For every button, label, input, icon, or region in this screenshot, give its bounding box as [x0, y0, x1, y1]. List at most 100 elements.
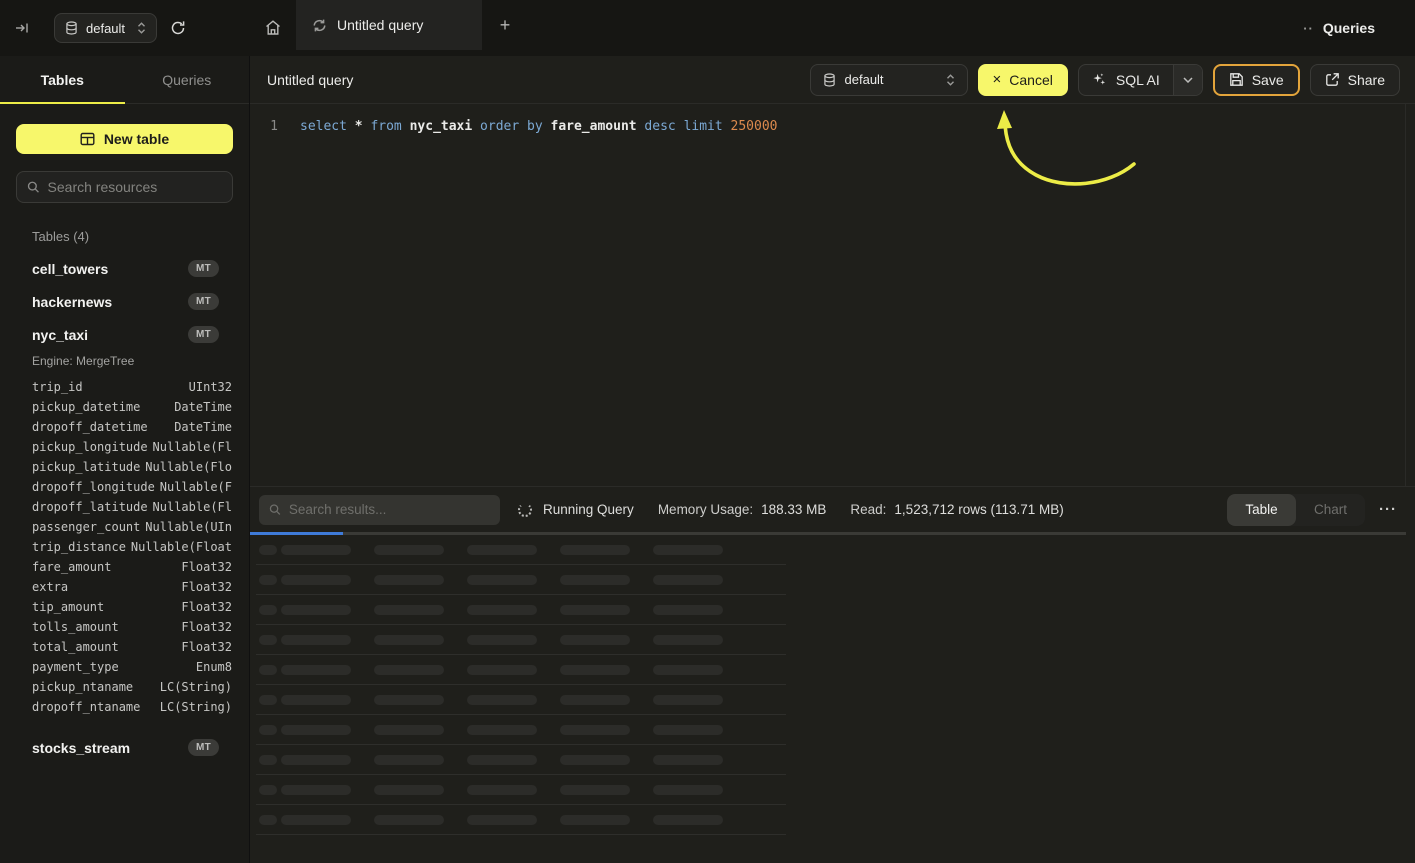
search-resources-input[interactable] — [48, 179, 222, 195]
skeleton-cell — [281, 785, 351, 795]
token-kw: limit — [684, 119, 723, 134]
column-type: Float32 — [181, 637, 232, 657]
column-row[interactable]: dropoff_latitudeNullable(Fl — [32, 497, 232, 517]
table-name: stocks_stream — [32, 740, 130, 756]
sql-ai-dropdown-button[interactable] — [1173, 65, 1202, 95]
progress-fill — [250, 532, 343, 535]
queries-link[interactable]: ·· Queries — [1303, 20, 1375, 36]
skeleton-cell — [653, 575, 723, 585]
share-label: Share — [1348, 72, 1385, 88]
updown-chevron-icon — [137, 22, 146, 34]
cancel-query-button[interactable]: × Cancel — [978, 64, 1068, 96]
read-label: Read: — [850, 502, 886, 517]
sidebar-search — [16, 171, 233, 203]
query-status: Running Query — [543, 502, 634, 517]
new-table-button[interactable]: New table — [16, 124, 233, 154]
column-name: pickup_longitude — [32, 437, 148, 457]
engine-badge: MT — [188, 739, 219, 756]
column-row[interactable]: tolls_amountFloat32 — [32, 617, 232, 637]
column-type: Nullable(Flo — [145, 457, 232, 477]
view-toggle-table[interactable]: Table — [1227, 494, 1296, 526]
column-name: payment_type — [32, 657, 119, 677]
skeleton-cell — [259, 635, 277, 645]
sql-ai-button[interactable]: SQL AI — [1079, 65, 1173, 95]
sidebar-collapse-button[interactable] — [0, 0, 44, 56]
skeleton-cell — [374, 755, 444, 765]
sidebar-tabs: TablesQueries — [0, 56, 249, 104]
query-tab-bar: Untitled query + — [250, 0, 1303, 56]
skeleton-cell — [653, 755, 723, 765]
tab-untitled-query[interactable]: Untitled query — [296, 0, 482, 50]
column-name: dropoff_ntaname — [32, 697, 140, 717]
spacer — [0, 717, 249, 731]
query-database-value: default — [845, 72, 884, 87]
column-row[interactable]: dropoff_ntanameLC(String) — [32, 697, 232, 717]
token-pl — [519, 119, 527, 134]
column-row[interactable]: pickup_datetimeDateTime — [32, 397, 232, 417]
column-row[interactable]: dropoff_longitudeNullable(F — [32, 477, 232, 497]
column-row[interactable]: fare_amountFloat32 — [32, 557, 232, 577]
skeleton-cell — [374, 575, 444, 585]
memory-usage-label: Memory Usage: — [658, 502, 753, 517]
column-type: Nullable(Float — [131, 537, 232, 557]
skeleton-cell — [281, 695, 351, 705]
share-button[interactable]: Share — [1310, 64, 1400, 96]
sql-ai-label: SQL AI — [1116, 72, 1160, 88]
column-row[interactable]: payment_typeEnum8 — [32, 657, 232, 677]
column-row[interactable]: pickup_ntanameLC(String) — [32, 677, 232, 697]
sidebar-tab-tables[interactable]: Tables — [0, 56, 125, 103]
column-row[interactable]: extraFloat32 — [32, 577, 232, 597]
query-database-selector[interactable]: default — [810, 64, 968, 96]
database-selector-value: default — [86, 21, 125, 36]
database-selector[interactable]: default — [54, 13, 157, 43]
skeleton-cell — [281, 635, 351, 645]
results-more-button[interactable]: ··· — [1379, 501, 1397, 518]
table-name: cell_towers — [32, 261, 108, 277]
home-button[interactable] — [250, 0, 296, 56]
column-row[interactable]: total_amountFloat32 — [32, 637, 232, 657]
table-item-cell_towers[interactable]: cell_towersMT — [0, 252, 249, 285]
save-button[interactable]: Save — [1213, 64, 1300, 96]
column-row[interactable]: trip_idUInt32 — [32, 377, 232, 397]
view-toggle-chart[interactable]: Chart — [1296, 494, 1365, 526]
database-icon — [823, 73, 836, 87]
skeleton-cell — [374, 605, 444, 615]
token-id: fare_amount — [551, 119, 637, 134]
column-row[interactable]: passenger_countNullable(UIn — [32, 517, 232, 537]
code-text: select * from nyc_taxi order by fare_amo… — [278, 117, 778, 137]
column-row[interactable]: pickup_latitudeNullable(Flo — [32, 457, 232, 477]
column-name: tip_amount — [32, 597, 104, 617]
engine-badge: MT — [188, 293, 219, 310]
skeleton-cell — [374, 545, 444, 555]
search-results-input[interactable] — [289, 502, 490, 517]
refresh-connection-button[interactable] — [161, 0, 195, 56]
column-row[interactable]: tip_amountFloat32 — [32, 597, 232, 617]
new-tab-button[interactable]: + — [482, 0, 528, 50]
query-header: Untitled query default — [250, 56, 1415, 104]
code-lines: 1select * from nyc_taxi order by fare_am… — [250, 104, 1415, 137]
column-name: dropoff_latitude — [32, 497, 148, 517]
column-row[interactable]: dropoff_datetimeDateTime — [32, 417, 232, 437]
editor-scrollbar[interactable] — [1405, 104, 1406, 486]
sidebar-tab-queries[interactable]: Queries — [125, 56, 250, 103]
column-row[interactable]: pickup_longitudeNullable(Fl — [32, 437, 232, 457]
skeleton-cell — [653, 605, 723, 615]
column-type: Float32 — [181, 577, 232, 597]
table-item-nyc_taxi[interactable]: nyc_taxiMT — [0, 318, 249, 351]
sql-editor[interactable]: 1select * from nyc_taxi order by fare_am… — [250, 104, 1415, 486]
skeleton-cell — [653, 665, 723, 675]
memory-usage-stat: Memory Usage: 188.33 MB — [658, 502, 827, 517]
skeleton-row — [256, 625, 786, 655]
column-type: UInt32 — [189, 377, 232, 397]
token-kw: from — [370, 119, 401, 134]
skeleton-cell — [653, 695, 723, 705]
read-stat: Read: 1,523,712 rows (113.71 MB) — [850, 502, 1063, 517]
skeleton-cell — [259, 755, 277, 765]
table-item-stocks_stream[interactable]: stocks_stream MT — [0, 731, 249, 764]
results-grid-skeleton — [250, 535, 1415, 835]
column-name: fare_amount — [32, 557, 111, 577]
skeleton-row — [256, 535, 786, 565]
column-row[interactable]: trip_distanceNullable(Float — [32, 537, 232, 557]
updown-chevron-icon — [946, 74, 955, 86]
table-item-hackernews[interactable]: hackernewsMT — [0, 285, 249, 318]
